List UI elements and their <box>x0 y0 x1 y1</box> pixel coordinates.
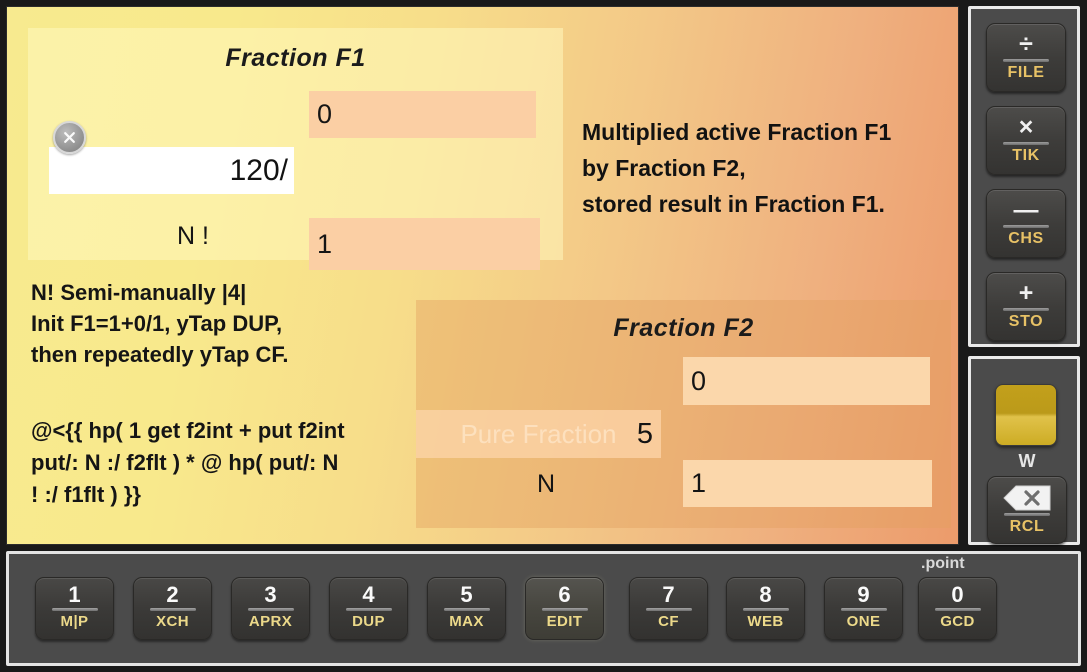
status-line: Multiplied active Fraction F1 <box>582 119 892 145</box>
key-separator <box>149 608 196 611</box>
fraction-f2-denominator-field[interactable]: 1 <box>683 460 932 507</box>
key-sublabel: WEB <box>747 613 784 630</box>
key-separator <box>645 608 692 611</box>
key-sublabel: STO <box>1008 313 1044 330</box>
code-line: ! :/ f1flt ) }} <box>31 482 141 507</box>
fraction-f2-integer-input[interactable]: Pure Fraction 5 <box>416 410 661 458</box>
operator-key-panel: ÷ FILE × TIK — CHS + STO <box>968 6 1080 347</box>
key-separator <box>1004 513 1050 516</box>
key-separator <box>247 608 294 611</box>
point-label: .point <box>921 555 965 572</box>
key-digit: 3 <box>264 582 277 607</box>
key-digit: 2 <box>166 582 179 607</box>
key-separator <box>541 608 588 611</box>
fraction-f2-placeholder: Pure Fraction <box>460 418 617 449</box>
key-7[interactable]: 7 CF <box>629 577 708 640</box>
status-message: Multiplied active Fraction F1 by Fractio… <box>582 114 952 222</box>
key-3[interactable]: 3 APRX <box>231 577 310 640</box>
key-6[interactable]: 6 EDIT <box>525 577 604 640</box>
key-sublabel: M|P <box>60 613 89 630</box>
key-sublabel: MAX <box>449 613 484 630</box>
key-digit: 1 <box>68 582 81 607</box>
circle-x-icon[interactable] <box>53 121 86 154</box>
key-2[interactable]: 2 XCH <box>133 577 212 640</box>
key-separator <box>1003 59 1049 62</box>
key-digit: 0 <box>951 582 964 607</box>
program-code-text: @<{{ hp( 1 get f2int + put f2int put/: N… <box>31 415 421 511</box>
key-9[interactable]: 9 ONE <box>824 577 903 640</box>
minus-icon: — <box>1013 196 1039 224</box>
key-sublabel: GCD <box>940 613 975 630</box>
w-key[interactable] <box>995 384 1057 446</box>
divide-file-key[interactable]: ÷ FILE <box>986 23 1066 92</box>
backspace-icon <box>1002 485 1052 511</box>
key-sublabel: DUP <box>352 613 385 630</box>
status-line: stored result in Fraction F1. <box>582 191 885 217</box>
key-digit: 9 <box>857 582 870 607</box>
instruction-line: N! Semi-manually |4| <box>31 280 247 305</box>
fraction-f1-integer-input[interactable]: 120/ <box>49 147 294 194</box>
key-separator <box>443 608 490 611</box>
fraction-f2-denominator-label: N <box>536 470 556 498</box>
key-sublabel: XCH <box>156 613 189 630</box>
plus-sto-key[interactable]: + STO <box>986 272 1066 341</box>
key-separator <box>345 608 392 611</box>
fraction-f2-panel: Fraction F2 0 Pure Fraction 5 N 1 <box>416 300 951 528</box>
key-digit: 5 <box>460 582 473 607</box>
fraction-f1-denominator-label: N ! <box>177 222 209 250</box>
key-digit: 8 <box>759 582 772 607</box>
fraction-f2-title: Fraction F2 <box>613 314 754 342</box>
utility-key-panel: W RCL <box>968 356 1080 545</box>
key-separator <box>1003 308 1049 311</box>
key-separator <box>1003 225 1049 228</box>
code-line: put/: N :/ f2flt ) * @ hp( put/: N <box>31 450 339 475</box>
instruction-line: Init F1=1+0/1, yTap DUP, <box>31 311 283 336</box>
key-sublabel: CHS <box>1008 230 1044 247</box>
key-4[interactable]: 4 DUP <box>329 577 408 640</box>
multiply-icon: × <box>1018 113 1034 141</box>
backspace-rcl-key[interactable]: RCL <box>987 476 1067 544</box>
key-sublabel: RCL <box>1009 518 1045 535</box>
key-sublabel: CF <box>658 613 679 630</box>
key-8[interactable]: 8 WEB <box>726 577 805 640</box>
key-digit: 7 <box>662 582 675 607</box>
key-1[interactable]: 1 M|P <box>35 577 114 640</box>
calculator-app: Fraction F1 0 120/ N ! 1 Multiplied acti… <box>0 0 1087 672</box>
fraction-f1-panel: Fraction F1 0 120/ N ! 1 <box>28 28 563 270</box>
key-sublabel: ONE <box>846 613 881 630</box>
instruction-text: N! Semi-manually |4| Init F1=1+0/1, yTap… <box>31 277 421 370</box>
key-sublabel: EDIT <box>546 613 583 630</box>
minus-chs-key[interactable]: — CHS <box>986 189 1066 258</box>
plus-icon: + <box>1018 279 1034 307</box>
divide-icon: ÷ <box>1019 30 1033 58</box>
key-separator <box>934 608 981 611</box>
fraction-f2-integer-value: 5 <box>636 417 653 450</box>
fraction-f2-numerator-field[interactable]: 0 <box>683 357 930 405</box>
key-sublabel: APRX <box>248 613 293 630</box>
key-digit: 6 <box>558 582 571 607</box>
numeric-keypad: .point 1 M|P 2 XCH 3 APRX 4 DUP 5 MAX 6 <box>6 551 1081 666</box>
code-line: @<{{ hp( 1 get f2int + put f2int <box>31 418 345 443</box>
key-5[interactable]: 5 MAX <box>427 577 506 640</box>
multiply-tik-key[interactable]: × TIK <box>986 106 1066 175</box>
key-separator <box>840 608 887 611</box>
instruction-line: then repeatedly yTap CF. <box>31 342 289 367</box>
key-sublabel: TIK <box>1012 147 1040 164</box>
status-line: by Fraction F2, <box>582 155 746 181</box>
key-0[interactable]: 0 GCD <box>918 577 997 640</box>
fraction-f1-denominator-field[interactable]: 1 <box>309 218 540 270</box>
key-digit: 4 <box>362 582 375 607</box>
display-area: Fraction F1 0 120/ N ! 1 Multiplied acti… <box>6 6 959 545</box>
w-key-label: W <box>1018 451 1036 471</box>
fraction-f1-title: Fraction F1 <box>225 44 366 72</box>
fraction-f1-numerator-field[interactable]: 0 <box>309 91 536 138</box>
key-separator <box>51 608 98 611</box>
key-separator <box>742 608 789 611</box>
key-separator <box>1003 142 1049 145</box>
key-sublabel: FILE <box>1007 64 1045 81</box>
